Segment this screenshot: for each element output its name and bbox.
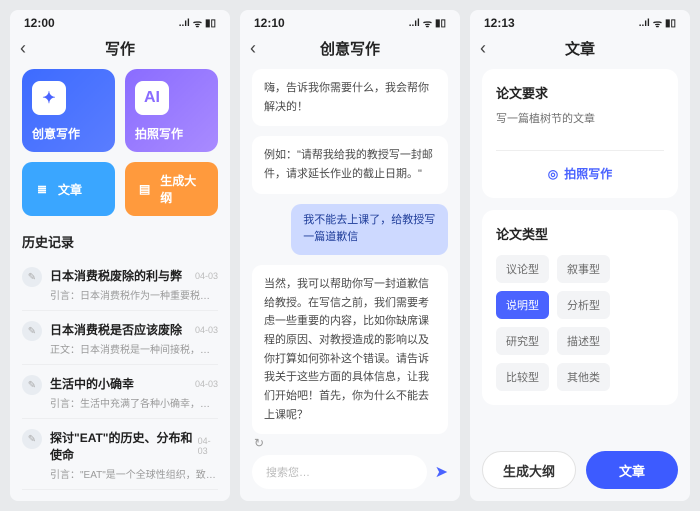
back-icon[interactable]: ‹ xyxy=(250,38,256,59)
wifi-icon: ᯤ xyxy=(653,16,662,30)
photo-write-button[interactable]: ◎ 拍照写作 xyxy=(496,161,664,186)
battery-icon: ▮▯ xyxy=(205,18,216,29)
type-chip-list: 议论型叙事型说明型分析型研究型描述型比较型其他类 xyxy=(496,255,664,391)
type-chip[interactable]: 描述型 xyxy=(557,327,610,355)
types-card: 论文类型 议论型叙事型说明型分析型研究型描述型比较型其他类 xyxy=(482,210,678,405)
history-date: 04-03 xyxy=(195,271,218,281)
status-icons: ..ıl ᯤ ▮▯ xyxy=(639,16,676,30)
bot-message-greeting: 嗨，告诉我你需要什么，我会帮你解决的！ xyxy=(252,69,448,126)
history-item[interactable]: ✎ 日本消费税是否应该废除 04-03 正文：日本消费税是一种间接税，对商品和 xyxy=(22,313,218,365)
page-title: 创意写作 xyxy=(320,38,380,59)
list-icon: ▤ xyxy=(137,181,152,197)
status-icons: ..ıl ᯤ ▮▯ xyxy=(409,16,446,30)
history-item[interactable]: ✎ 生活中的小确幸 04-03 引言：生活中充满了各种小确幸，让我们感 xyxy=(22,367,218,419)
card-creative-writing[interactable]: ✦ 创意写作 xyxy=(22,69,115,152)
signal-icon: ..ıl xyxy=(179,18,190,29)
battery-icon: ▮▯ xyxy=(435,18,446,29)
doc-icon: ≣ xyxy=(34,181,50,197)
requirements-card: 论文要求 写一篇植树节的文章 ◎ 拍照写作 xyxy=(482,69,678,198)
history-icon: ✎ xyxy=(22,375,42,395)
wifi-icon: ᯤ xyxy=(193,16,202,30)
battery-icon: ▮▯ xyxy=(665,18,676,29)
card-label: 拍照写作 xyxy=(135,125,208,142)
divider xyxy=(496,150,664,151)
type-chip[interactable]: 议论型 xyxy=(496,255,549,283)
chat-input[interactable]: 搜索您… xyxy=(252,455,427,489)
history-icon: ✎ xyxy=(22,267,42,287)
history-item[interactable]: ✎ 日本消费税废除的利与弊 04-03 引言：日本消费税作为一种重要税收方式， xyxy=(22,259,218,311)
photo-write-label: 拍照写作 xyxy=(564,165,612,182)
history-title: 探讨"EAT"的历史、分布和使命 xyxy=(50,429,198,463)
type-chip[interactable]: 研究型 xyxy=(496,327,549,355)
status-time: 12:00 xyxy=(24,16,55,30)
history-item[interactable]: ✎ 探讨"EAT"的历史、分布和使命04-03 引言："EAT"是一个全球性组织，致… xyxy=(22,421,218,490)
history-subtitle: 正文：日本消费税是一种间接税，对商品和 xyxy=(50,341,218,356)
generate-article-button[interactable]: 文章 xyxy=(586,451,678,489)
signal-icon: ..ıl xyxy=(639,18,650,29)
history-list: ✎ 日本消费税废除的利与弊 04-03 引言：日本消费税作为一种重要税收方式， ✎ 日本消… xyxy=(22,259,218,490)
status-time: 12:13 xyxy=(484,16,515,30)
history-title: 生活中的小确幸 xyxy=(50,375,134,392)
pen-icon: ✦ xyxy=(32,81,66,115)
card-label: 生成大纲 xyxy=(160,172,206,206)
send-icon[interactable]: ➤ xyxy=(435,462,448,482)
card-outline[interactable]: ▤ 生成大纲 xyxy=(125,162,218,216)
user-message: 我不能去上课了，给教授写一篇道歉信 xyxy=(291,204,448,255)
screen-writing-home: 12:00 ..ıl ᯤ ▮▯ ‹ 写作 ✦ 创意写作 AI 拍照写作 ≣ 文章 xyxy=(10,10,230,501)
page-title: 写作 xyxy=(105,38,135,59)
back-icon[interactable]: ‹ xyxy=(20,38,26,59)
history-subtitle: 引言："EAT"是一个全球性组织，致力于推 xyxy=(50,466,218,481)
requirements-text[interactable]: 写一篇植树节的文章 xyxy=(496,110,664,126)
generate-outline-button[interactable]: 生成大纲 xyxy=(482,451,576,489)
status-time: 12:10 xyxy=(254,16,285,30)
page-title: 文章 xyxy=(565,38,595,59)
bot-message-reply: 当然，我可以帮助你写一封道歉信给教授。在写信之前，我们需要考虑一些重要的内容，比… xyxy=(252,265,448,435)
bot-message-example: 例如："请帮我给我的教授写一封邮件，请求延长作业的截止日期。" xyxy=(252,136,448,193)
type-chip[interactable]: 比较型 xyxy=(496,363,549,391)
wifi-icon: ᯤ xyxy=(423,16,432,30)
header: ‹ 文章 xyxy=(470,32,690,69)
history-icon: ✎ xyxy=(22,321,42,341)
screen-article-config: 12:13 ..ıl ᯤ ▮▯ ‹ 文章 论文要求 写一篇植树节的文章 ◎ 拍照… xyxy=(470,10,690,501)
card-photo-writing[interactable]: AI 拍照写作 xyxy=(125,69,218,152)
history-date: 04-03 xyxy=(195,325,218,335)
history-subtitle: 引言：生活中充满了各种小确幸，让我们感 xyxy=(50,395,218,410)
header: ‹ 创意写作 xyxy=(240,32,460,69)
camera-icon: ◎ xyxy=(548,167,558,181)
refresh-icon[interactable]: ↻ xyxy=(252,434,448,447)
camera-icon: AI xyxy=(135,81,169,115)
chat-input-row: 搜索您… ➤ xyxy=(240,447,460,501)
header: ‹ 写作 xyxy=(10,32,230,69)
type-chip[interactable]: 其他类 xyxy=(557,363,610,391)
status-bar: 12:00 ..ıl ᯤ ▮▯ xyxy=(10,10,230,32)
history-date: 04-03 xyxy=(198,436,218,456)
back-icon[interactable]: ‹ xyxy=(480,38,486,59)
card-label: 创意写作 xyxy=(32,125,105,142)
card-label: 文章 xyxy=(58,181,82,198)
type-chip[interactable]: 叙事型 xyxy=(557,255,610,283)
type-chip[interactable]: 说明型 xyxy=(496,291,549,319)
history-heading: 历史记录 xyxy=(22,232,218,251)
history-subtitle: 引言：日本消费税作为一种重要税收方式， xyxy=(50,287,218,302)
history-icon: ✎ xyxy=(22,429,42,449)
history-title: 日本消费税废除的利与弊 xyxy=(50,267,182,284)
status-icons: ..ıl ᯤ ▮▯ xyxy=(179,16,216,30)
history-title: 日本消费税是否应该废除 xyxy=(50,321,182,338)
history-date: 04-03 xyxy=(195,379,218,389)
card-article[interactable]: ≣ 文章 xyxy=(22,162,115,216)
type-chip[interactable]: 分析型 xyxy=(557,291,610,319)
status-bar: 12:10 ..ıl ᯤ ▮▯ xyxy=(240,10,460,32)
screen-creative-chat: 12:10 ..ıl ᯤ ▮▯ ‹ 创意写作 嗨，告诉我你需要什么，我会帮你解决… xyxy=(240,10,460,501)
status-bar: 12:13 ..ıl ᯤ ▮▯ xyxy=(470,10,690,32)
types-heading: 论文类型 xyxy=(496,224,664,243)
requirements-heading: 论文要求 xyxy=(496,83,664,102)
signal-icon: ..ıl xyxy=(409,18,420,29)
